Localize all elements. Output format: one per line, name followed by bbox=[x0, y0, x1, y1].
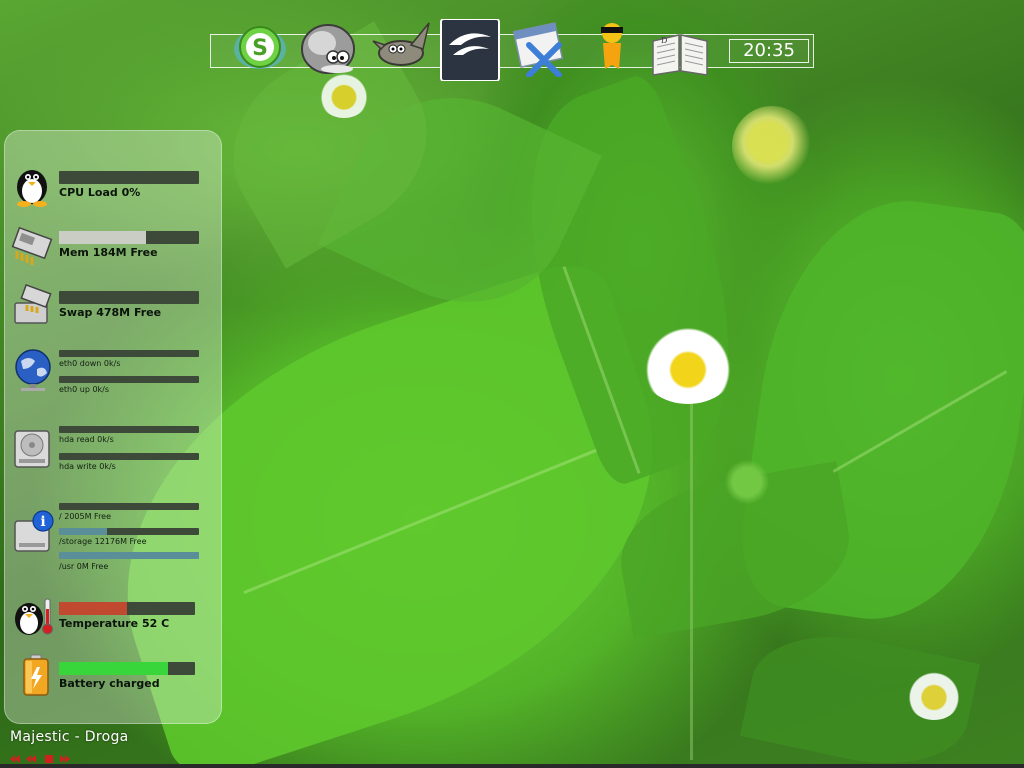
temperature-bar bbox=[59, 602, 195, 615]
system-monitor-panel: CPU Load 0% Mem 184M Free Swap 478M Free… bbox=[4, 130, 222, 724]
tux-penguin-icon bbox=[9, 161, 55, 207]
disk-info-icon: i bbox=[11, 509, 57, 555]
svg-text:S: S bbox=[252, 36, 268, 61]
launcher-dock: S D 20:35 bbox=[210, 18, 814, 82]
hda-write-bar bbox=[59, 453, 199, 460]
hda-read-label: hda read 0k/s bbox=[59, 435, 114, 444]
fs-usr-label: /usr 0M Free bbox=[59, 562, 109, 571]
fs-storage-bar bbox=[59, 528, 199, 535]
eth0-up-label: eth0 up 0k/s bbox=[59, 385, 110, 394]
dictionary-icon[interactable]: D bbox=[649, 19, 708, 77]
memory-bar bbox=[59, 231, 199, 244]
messenger-icon[interactable] bbox=[583, 19, 641, 77]
svg-text:D: D bbox=[661, 36, 667, 45]
openoffice-icon[interactable] bbox=[439, 18, 500, 82]
now-playing-title: Majestic - Droga bbox=[10, 729, 129, 745]
fs-usr-bar bbox=[59, 552, 199, 559]
cpu-load-label: CPU Load 0% bbox=[59, 186, 141, 199]
next-icon[interactable] bbox=[60, 749, 70, 763]
network-globe-icon bbox=[11, 347, 57, 393]
gimp-icon[interactable] bbox=[371, 19, 430, 77]
eth0-down-bar bbox=[59, 350, 199, 357]
fs-root-bar bbox=[59, 503, 199, 510]
fs-root-label: / 2005M Free bbox=[59, 512, 112, 521]
previous-icon[interactable] bbox=[26, 749, 36, 763]
skype-icon[interactable]: S bbox=[231, 19, 289, 77]
mouse-icon[interactable] bbox=[299, 19, 357, 77]
bottom-taskbar-strip bbox=[0, 764, 1024, 768]
hard-disk-icon bbox=[11, 425, 57, 471]
battery-label: Battery charged bbox=[59, 677, 160, 690]
fs-storage-label: /storage 12176M Free bbox=[59, 537, 147, 546]
hda-write-label: hda write 0k/s bbox=[59, 462, 116, 471]
swap-bar bbox=[59, 291, 199, 304]
tux-thermometer-icon bbox=[9, 593, 55, 639]
battery-bar bbox=[59, 662, 195, 675]
cpu-load-bar bbox=[59, 171, 199, 184]
temperature-label: Temperature 52 C bbox=[59, 617, 170, 630]
calendar-icon[interactable] bbox=[511, 19, 569, 78]
swap-label: Swap 478M Free bbox=[59, 306, 162, 319]
battery-icon bbox=[15, 653, 61, 699]
hda-read-bar bbox=[59, 426, 199, 433]
eth0-down-label: eth0 down 0k/s bbox=[59, 359, 121, 368]
previous-track-icon[interactable] bbox=[10, 749, 20, 763]
stop-icon[interactable] bbox=[44, 749, 54, 763]
clock-display: 20:35 bbox=[729, 39, 809, 63]
swap-drive-icon bbox=[9, 281, 55, 327]
eth0-up-bar bbox=[59, 376, 199, 383]
memory-label: Mem 184M Free bbox=[59, 246, 158, 259]
memory-chip-icon bbox=[9, 221, 55, 267]
svg-text:i: i bbox=[40, 514, 45, 530]
